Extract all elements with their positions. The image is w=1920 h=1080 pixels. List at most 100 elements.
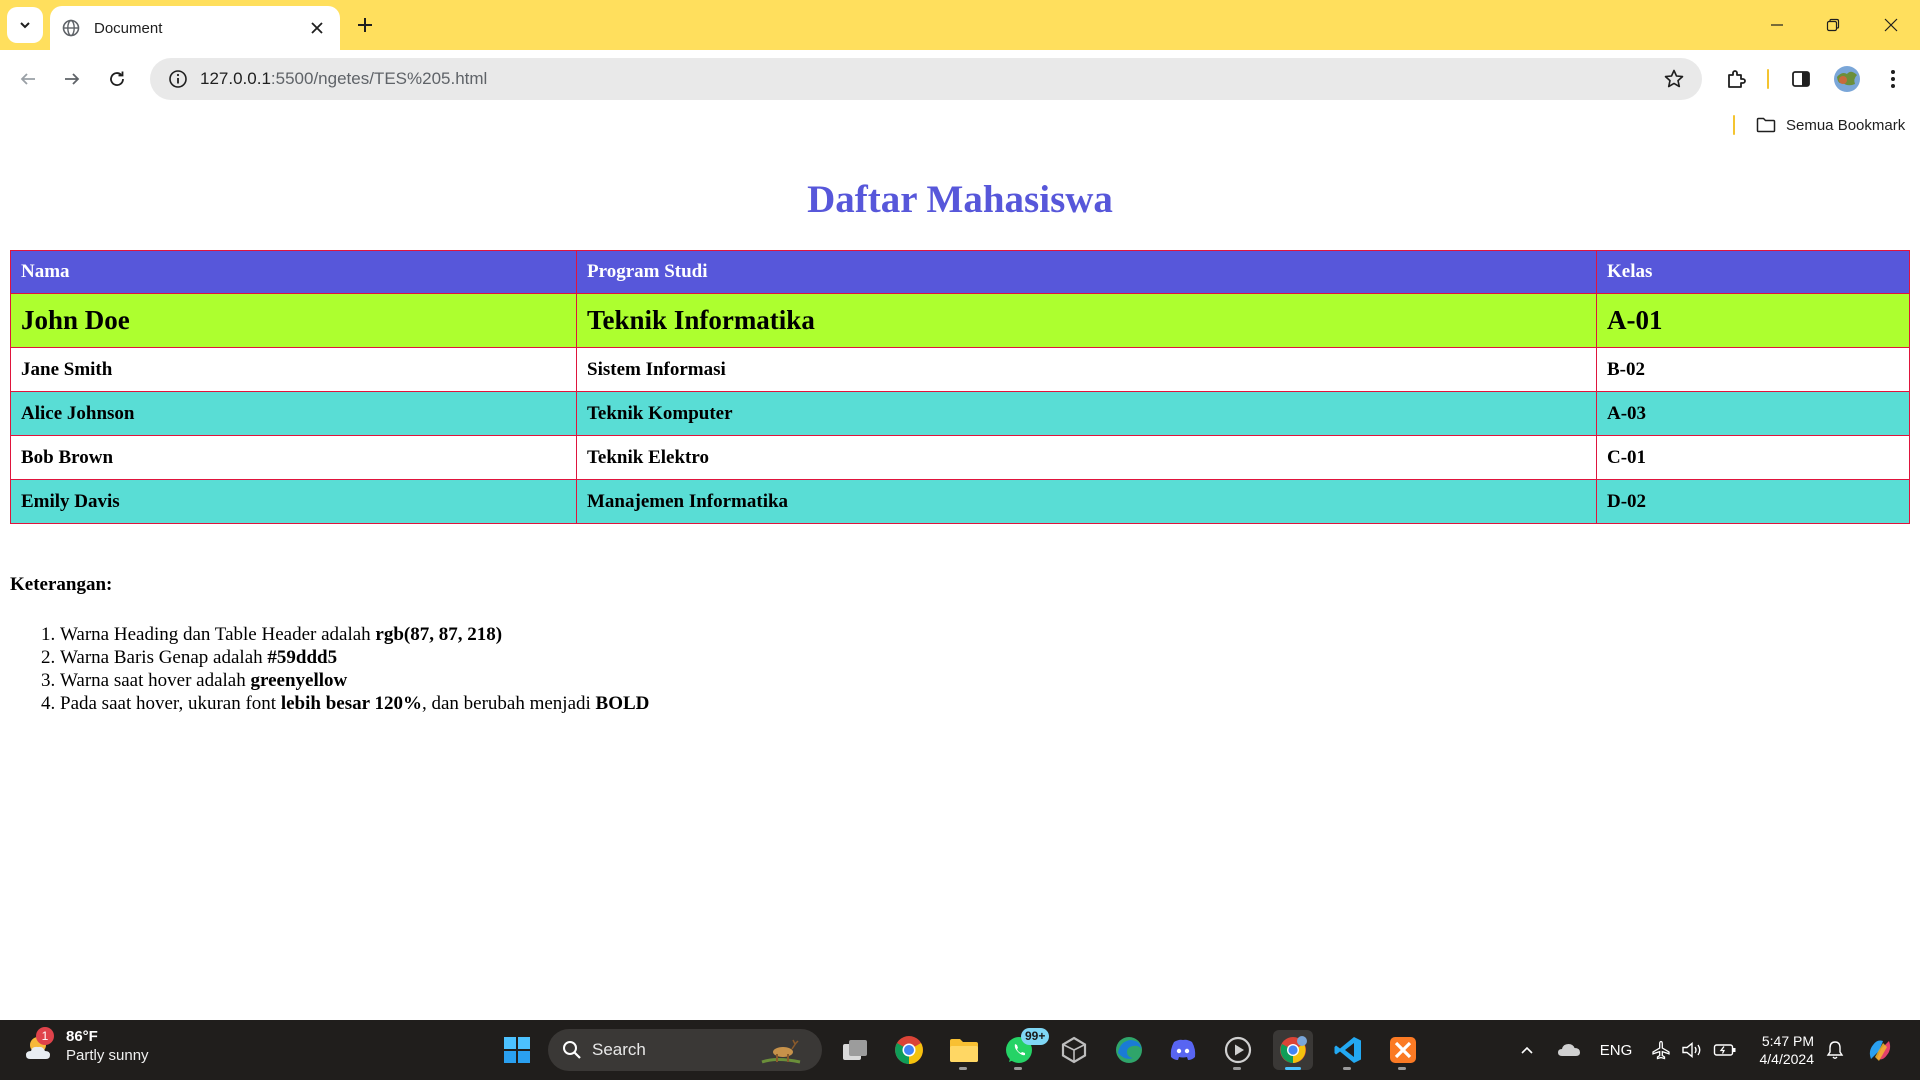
notes-title: Keterangan: [10, 574, 113, 595]
folder-icon [1756, 117, 1776, 133]
cell-nama: Emily Davis [10, 479, 577, 524]
cell-kelas: C-01 [1596, 435, 1910, 480]
list-item: Warna Baris Genap adalah #59ddd5 [60, 646, 1910, 669]
notification-badge: 99+ [1021, 1028, 1050, 1045]
cell-nama: John Doe [10, 293, 577, 348]
weather-temperature: 86°F [66, 1028, 98, 1045]
notes-list: Warna Heading dan Table Header adalah rg… [10, 623, 1910, 715]
list-item: Warna saat hover adalah greenyellow [60, 669, 1910, 692]
extensions-icon[interactable] [1720, 63, 1752, 95]
xampp-icon [1390, 1037, 1416, 1063]
site-info-icon[interactable] [156, 58, 200, 100]
list-item: Pada saat hover, ukuran font lebih besar… [60, 692, 1910, 715]
forward-button[interactable] [56, 63, 88, 95]
new-tab-button[interactable] [352, 12, 378, 38]
taskbar-search[interactable]: Search [548, 1029, 822, 1071]
start-button[interactable] [497, 1030, 537, 1070]
search-label: Search [592, 1040, 646, 1059]
folder-icon [950, 1039, 978, 1062]
table-row[interactable]: Emily Davis Manajemen Informatika D-02 [10, 479, 1910, 524]
clock-date: 4/4/2024 [1759, 1051, 1815, 1067]
volume-icon[interactable] [1680, 1038, 1704, 1062]
reload-button[interactable] [101, 63, 133, 95]
table-row[interactable]: Alice Johnson Teknik Komputer A-03 [10, 391, 1910, 436]
partly-sunny-icon: 1 [22, 1027, 58, 1065]
weather-widget[interactable]: 1 86°F Partly sunny [22, 1027, 149, 1066]
table-header-row: Nama Program Studi Kelas [10, 250, 1910, 294]
close-icon [1884, 18, 1898, 32]
clock-time: 5:47 PM [1761, 1033, 1814, 1049]
show-hidden-icons[interactable] [1517, 1038, 1537, 1062]
weather-badge: 1 [36, 1027, 54, 1045]
toolbar-divider [1767, 69, 1769, 89]
arrow-right-icon [65, 73, 80, 85]
globe-icon [62, 19, 80, 37]
note-bold-2: BOLD [595, 693, 650, 714]
note-bold: rgb(87, 87, 218) [375, 624, 503, 645]
table-row[interactable]: John Doe Teknik Informatika A-01 [10, 293, 1910, 348]
bookmark-star-icon[interactable] [1662, 67, 1686, 91]
chrome-app[interactable] [889, 1030, 929, 1070]
arrow-left-icon [20, 73, 35, 85]
back-button[interactable] [12, 63, 44, 95]
url-host: 127.0.0.1 [200, 69, 271, 88]
chrome-icon [895, 1036, 923, 1064]
chrome-app-active[interactable] [1273, 1030, 1313, 1070]
bookmarks-bar: Semua Bookmark [0, 108, 1920, 142]
cell-program-studi: Teknik Komputer [576, 391, 1597, 436]
address-bar[interactable]: 127.0.0.1:5500/ngetes/TES%205.html [150, 58, 1702, 100]
onedrive-icon[interactable] [1555, 1038, 1583, 1062]
minimize-button[interactable] [1760, 10, 1794, 40]
language-indicator[interactable]: ENG [1596, 1038, 1636, 1062]
profile-avatar[interactable] [1831, 63, 1863, 95]
weather-description: Partly sunny [66, 1047, 149, 1064]
airplane-mode-icon[interactable] [1650, 1038, 1672, 1062]
reload-icon [110, 71, 124, 86]
page-title: Daftar Mahasiswa [807, 178, 1113, 221]
xampp-app[interactable] [1383, 1030, 1423, 1070]
url-text[interactable]: 127.0.0.1:5500/ngetes/TES%205.html [200, 69, 487, 89]
all-bookmarks-label: Semua Bookmark [1786, 116, 1906, 134]
tab-search-button[interactable] [7, 7, 43, 43]
vscode-icon [1334, 1037, 1361, 1063]
task-view-button[interactable] [835, 1030, 875, 1070]
notifications-icon[interactable] [1824, 1038, 1846, 1062]
column-header-kelas: Kelas [1596, 250, 1910, 294]
unity-icon [1061, 1036, 1087, 1064]
restore-button[interactable] [1816, 10, 1850, 40]
browser-tab[interactable]: Document [50, 6, 340, 50]
cell-kelas: A-01 [1596, 293, 1910, 348]
running-indicator [1233, 1067, 1241, 1070]
note-bold: #59ddd5 [267, 647, 338, 668]
cell-program-studi: Teknik Elektro [576, 435, 1597, 480]
windows-logo-icon [504, 1037, 530, 1063]
chevron-down-icon [20, 22, 30, 29]
all-bookmarks-button[interactable]: Semua Bookmark [1756, 114, 1905, 136]
battery-icon[interactable] [1712, 1038, 1738, 1062]
close-window-button[interactable] [1874, 10, 1908, 40]
column-header-program-studi: Program Studi [576, 250, 1597, 294]
table-row[interactable]: Bob Brown Teknik Elektro C-01 [10, 435, 1910, 480]
close-tab-icon[interactable] [306, 17, 328, 39]
unity-app[interactable] [1054, 1030, 1094, 1070]
copilot-icon[interactable] [1864, 1034, 1896, 1066]
cell-nama: Alice Johnson [10, 391, 577, 436]
windows-taskbar: 1 86°F Partly sunny Search 99+ ENG 5:47 … [0, 1020, 1920, 1080]
tab-title: Document [94, 19, 163, 37]
table-row[interactable]: Jane Smith Sistem Informasi B-02 [10, 347, 1910, 392]
discord-icon [1170, 1039, 1196, 1060]
note-text: Warna Heading dan Table Header adalah [60, 624, 376, 645]
media-player-app[interactable] [1218, 1030, 1258, 1070]
cell-program-studi: Teknik Informatika [576, 293, 1597, 348]
system-clock[interactable]: 5:47 PM 4/4/2024 [1752, 1032, 1815, 1068]
vscode-app[interactable] [1328, 1030, 1368, 1070]
discord-app[interactable] [1163, 1030, 1203, 1070]
cell-kelas: A-03 [1596, 391, 1910, 436]
more-menu-icon[interactable] [1877, 63, 1909, 95]
column-header-nama: Nama [10, 250, 577, 294]
running-indicator [1398, 1067, 1406, 1070]
file-explorer-app[interactable] [944, 1030, 984, 1070]
whatsapp-app[interactable]: 99+ [999, 1028, 1050, 1070]
side-panel-icon[interactable] [1785, 63, 1817, 95]
edge-app[interactable] [1109, 1030, 1149, 1070]
